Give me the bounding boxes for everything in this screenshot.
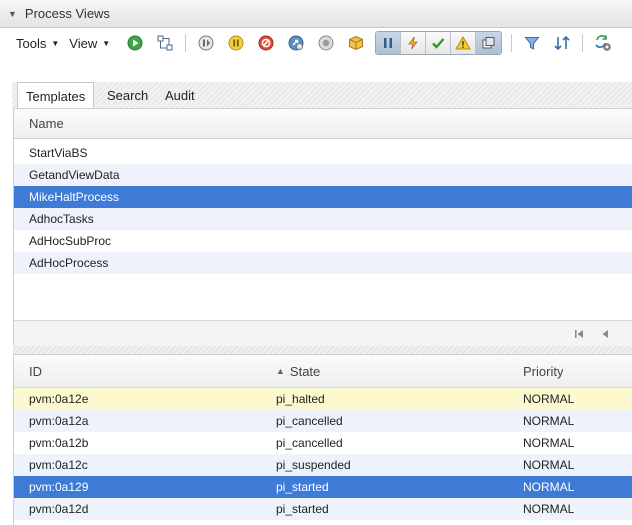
start-process-icon[interactable] — [124, 32, 146, 54]
templates-header: Name — [14, 109, 632, 139]
table-row[interactable]: pvm:0a12e pi_halted NORMAL — [14, 388, 632, 410]
table-row-selected[interactable]: MikeHaltProcess — [14, 186, 632, 208]
template-name: AdhocTasks — [29, 212, 94, 226]
template-name: AdHocProcess — [29, 256, 109, 270]
suspend-icon[interactable] — [195, 32, 217, 54]
tab-label: Search — [107, 87, 149, 103]
tab-label: Audit — [165, 87, 195, 103]
stop-icon[interactable] — [315, 32, 337, 54]
view-menu[interactable]: View ▼ — [69, 36, 110, 51]
instance-state: pi_started — [276, 480, 329, 494]
instance-priority: NORMAL — [523, 436, 575, 450]
filter-funnel-icon[interactable] — [521, 32, 543, 54]
column-header-id[interactable]: ID — [14, 364, 276, 379]
instance-priority: NORMAL — [523, 392, 575, 406]
table-row[interactable]: AdHocSubProc — [14, 230, 632, 252]
sort-ascending-icon: ▲ — [276, 366, 285, 376]
tab-templates[interactable]: Templates — [17, 82, 95, 109]
filter-all-icon[interactable] — [476, 32, 502, 54]
instance-state: pi_halted — [276, 392, 325, 406]
tab-search[interactable]: Search — [99, 82, 156, 108]
table-row[interactable]: GetandViewData — [14, 164, 632, 186]
column-header-priority[interactable]: Priority — [523, 364, 563, 379]
instances-header: ID ▲ State Priority — [14, 355, 632, 388]
column-header-state-label: State — [289, 363, 321, 379]
column-header-state[interactable]: ▲ State — [276, 364, 523, 379]
refresh-settings-icon[interactable] — [592, 32, 614, 54]
template-name: MikeHaltProcess — [29, 190, 120, 204]
pagination-bar — [14, 320, 632, 346]
state-filter-toggle-group — [375, 31, 503, 55]
tools-menu-label: Tools — [16, 35, 47, 51]
process-model-icon[interactable] — [154, 32, 176, 54]
chevron-down-icon: ▼ — [51, 38, 60, 48]
tab-bar: Templates Search Audit — [12, 82, 632, 109]
filter-paused-icon[interactable] — [376, 32, 402, 54]
instance-id: pvm:0a12d — [29, 502, 89, 516]
cancel-icon[interactable] — [255, 32, 277, 54]
template-name: AdHocSubProc — [29, 234, 112, 248]
toolbar-separator — [185, 34, 187, 52]
chevron-down-icon: ▼ — [102, 38, 111, 48]
table-row[interactable]: AdhocTasks — [14, 208, 632, 230]
instance-state: pi_suspended — [276, 458, 351, 472]
template-name: StartViaBS — [29, 146, 88, 160]
sort-toggle-icon[interactable] — [551, 32, 573, 54]
toolbar: Tools ▼ View ▼ — [0, 28, 632, 58]
instance-id: pvm:0a12b — [29, 436, 89, 450]
instance-priority: NORMAL — [523, 458, 575, 472]
templates-grid: Name StartViaBS GetandViewData MikeHaltP… — [13, 108, 632, 346]
instance-id: pvm:0a12e — [29, 392, 89, 406]
previous-page-icon[interactable] — [598, 327, 612, 341]
instances-grid: ID ▲ State Priority pvm:0a12e pi_halted … — [13, 354, 632, 525]
panel-title: Process Views — [24, 6, 110, 21]
tools-menu[interactable]: Tools ▼ — [16, 36, 59, 51]
panel-header[interactable]: ▼ Process Views — [0, 0, 632, 28]
migrate-icon[interactable] — [285, 32, 307, 54]
table-row[interactable]: pvm:0a12c pi_suspended NORMAL — [14, 454, 632, 476]
table-row[interactable]: AdHocProcess — [14, 252, 632, 274]
instance-state: pi_cancelled — [276, 414, 343, 428]
instance-priority: NORMAL — [523, 480, 575, 494]
instance-id: pvm:0a129 — [29, 480, 89, 494]
collapse-caret-icon[interactable]: ▼ — [8, 9, 17, 19]
pane-splitter[interactable] — [13, 346, 632, 354]
filter-lightning-icon[interactable] — [401, 32, 427, 54]
table-row[interactable]: StartViaBS — [14, 142, 632, 164]
table-row-selected[interactable]: pvm:0a129 pi_started NORMAL — [14, 476, 632, 498]
tab-audit[interactable]: Audit — [157, 82, 203, 108]
table-row[interactable]: pvm:0a12d pi_started NORMAL — [14, 498, 632, 520]
toolbar-separator — [582, 34, 584, 52]
column-header-name[interactable]: Name — [14, 116, 64, 131]
instance-priority: NORMAL — [523, 414, 575, 428]
view-menu-label: View — [69, 35, 98, 51]
instance-id: pvm:0a12c — [29, 458, 88, 472]
first-page-icon[interactable] — [572, 327, 586, 341]
instance-state: pi_cancelled — [276, 436, 343, 450]
pause-icon[interactable] — [225, 32, 247, 54]
package-icon[interactable] — [345, 32, 367, 54]
table-row[interactable]: pvm:0a12b pi_cancelled NORMAL — [14, 432, 632, 454]
instance-priority: NORMAL — [523, 502, 575, 516]
instance-id: pvm:0a12a — [29, 414, 89, 428]
filter-warning-icon[interactable] — [451, 32, 477, 54]
filter-completed-icon[interactable] — [426, 32, 452, 54]
template-name: GetandViewData — [29, 168, 120, 182]
tab-label: Templates — [26, 88, 86, 104]
table-row[interactable]: pvm:0a12a pi_cancelled NORMAL — [14, 410, 632, 432]
toolbar-separator — [511, 34, 513, 52]
instance-state: pi_started — [276, 502, 329, 516]
